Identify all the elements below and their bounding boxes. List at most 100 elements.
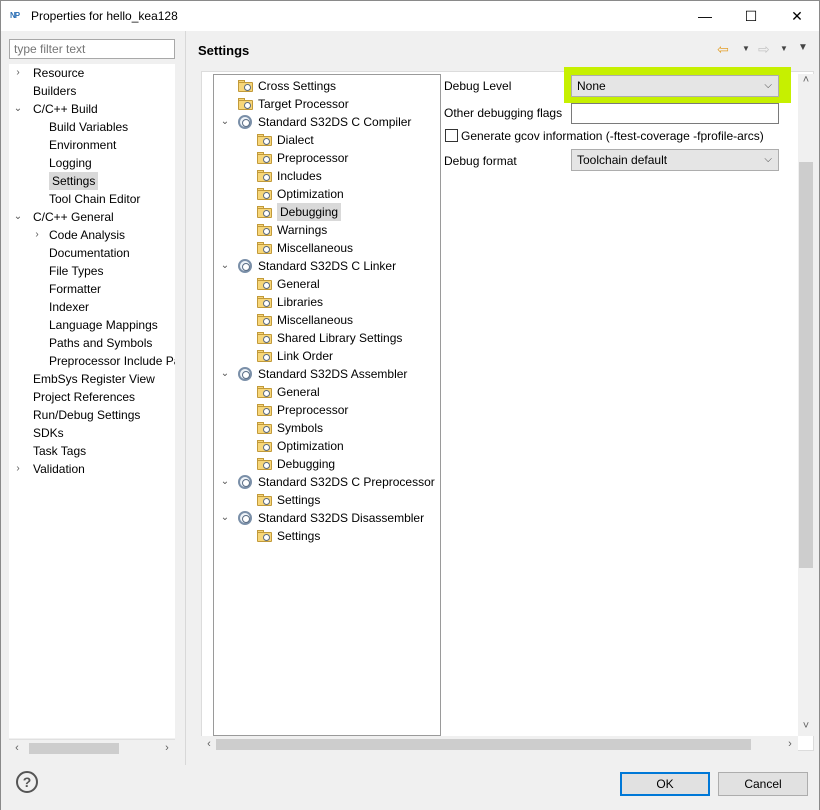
tool-tree-item[interactable]: Target Processor	[258, 95, 349, 113]
tree-item[interactable]: Preprocessor Include Pa	[49, 352, 175, 370]
tree-item[interactable]: Logging	[49, 154, 92, 172]
settings-folder-icon	[257, 529, 273, 543]
settings-folder-icon	[257, 421, 273, 435]
chevron-down-icon[interactable]: ⌄	[220, 257, 230, 275]
tool-tree-item[interactable]: Cross Settings	[258, 77, 336, 95]
tool-tree-item[interactable]: Optimization	[277, 437, 344, 455]
tool-tree-item[interactable]: Miscellaneous	[277, 239, 353, 257]
tool-tree-item[interactable]: Standard S32DS C Compiler	[258, 113, 411, 131]
tool-tree-item[interactable]: Preprocessor	[277, 149, 348, 167]
chevron-down-icon[interactable]: ⌄	[220, 365, 230, 383]
scroll-right-icon[interactable]: ›	[782, 736, 798, 753]
tree-item[interactable]: Code Analysis	[49, 226, 125, 244]
tree-item[interactable]: SDKs	[33, 424, 64, 442]
tool-tree-item[interactable]: Standard S32DS C Preprocessor	[258, 473, 435, 491]
tool-gear-icon	[238, 115, 252, 129]
maximize-button[interactable]: ☐	[728, 1, 774, 31]
scroll-left-icon[interactable]: ‹	[201, 736, 217, 753]
chevron-right-icon[interactable]: ›	[32, 226, 42, 244]
horizontal-scrollbar[interactable]: ‹ ›	[201, 736, 798, 752]
settings-folder-icon	[257, 241, 273, 255]
tool-tree-item[interactable]: Libraries	[277, 293, 323, 311]
scroll-thumb[interactable]	[799, 162, 813, 568]
cancel-button[interactable]: Cancel	[718, 772, 808, 796]
tool-tree-item[interactable]: Standard S32DS Disassembler	[258, 509, 424, 527]
tool-tree-item[interactable]: Settings	[277, 491, 320, 509]
ok-button[interactable]: OK	[620, 772, 710, 796]
tree-item[interactable]: Indexer	[49, 298, 89, 316]
debug-format-select[interactable]: Toolchain default ⌵	[571, 149, 779, 171]
gcov-checkbox[interactable]	[445, 129, 458, 142]
minimize-button[interactable]: —	[682, 1, 728, 31]
chevron-down-icon: ⌵	[764, 80, 772, 91]
filter-input[interactable]	[9, 39, 175, 59]
tool-tree-item[interactable]: Symbols	[277, 419, 323, 437]
chevron-down-icon[interactable]: ⌄	[220, 509, 230, 527]
tool-tree-item[interactable]: Shared Library Settings	[277, 329, 402, 347]
pane-splitter[interactable]	[185, 31, 186, 765]
debug-format-label: Debug format	[444, 154, 517, 168]
tool-tree-item[interactable]: Preprocessor	[277, 401, 348, 419]
chevron-right-icon[interactable]: ›	[13, 460, 23, 478]
tool-tree-item[interactable]: Optimization	[277, 185, 344, 203]
tree-item[interactable]: Documentation	[49, 244, 130, 262]
back-menu-chevron-icon[interactable]: ▼	[742, 44, 750, 53]
tree-item[interactable]: File Types	[49, 262, 103, 280]
tree-item[interactable]: Project References	[33, 388, 135, 406]
tree-item[interactable]: Settings	[49, 172, 99, 190]
back-arrow-icon[interactable]: ⇦	[717, 41, 729, 58]
tool-tree-item[interactable]: Debugging	[277, 455, 335, 473]
debug-level-label: Debug Level	[444, 79, 512, 93]
view-menu-icon[interactable]: ▼	[798, 42, 808, 53]
other-flags-input[interactable]	[571, 103, 779, 124]
tool-tree-item[interactable]: Standard S32DS Assembler	[258, 365, 407, 383]
vertical-scrollbar[interactable]: ˄ ˅	[798, 74, 814, 736]
tool-tree-item[interactable]: Link Order	[277, 347, 333, 365]
chevron-down-icon[interactable]: ⌄	[220, 473, 230, 491]
tool-tree-item[interactable]: Includes	[277, 167, 322, 185]
tree-item[interactable]: Formatter	[49, 280, 101, 298]
gcov-label: Generate gcov information (-ftest-covera…	[461, 129, 764, 143]
tree-item[interactable]: Language Mappings	[49, 316, 158, 334]
chevron-down-icon[interactable]: ⌄	[220, 113, 230, 131]
scroll-up-icon[interactable]: ˄	[798, 72, 814, 89]
settings-folder-icon	[257, 385, 273, 399]
left-horizontal-scrollbar[interactable]: ‹ ›	[9, 739, 175, 756]
tree-item[interactable]: Tool Chain Editor	[49, 190, 140, 208]
settings-folder-icon	[238, 97, 254, 111]
chevron-down-icon[interactable]: ⌄	[13, 100, 23, 118]
tool-tree-item[interactable]: Debugging	[277, 203, 342, 221]
scroll-down-icon[interactable]: ˅	[798, 718, 814, 735]
debug-level-select[interactable]: None ⌵	[571, 75, 779, 97]
scroll-thumb[interactable]	[216, 739, 751, 750]
help-icon[interactable]: ?	[16, 771, 38, 793]
scroll-right-icon[interactable]: ›	[159, 740, 175, 757]
close-button[interactable]: ✕	[774, 1, 820, 31]
tree-item[interactable]: Resource	[33, 64, 84, 82]
scroll-thumb[interactable]	[29, 743, 119, 754]
tree-item[interactable]: Builders	[33, 82, 76, 100]
tree-item[interactable]: Environment	[49, 136, 116, 154]
app-icon: NP	[10, 11, 20, 20]
settings-folder-icon	[257, 439, 273, 453]
settings-folder-icon	[257, 295, 273, 309]
scroll-left-icon[interactable]: ‹	[9, 740, 25, 757]
tool-tree-item[interactable]: Settings	[277, 527, 320, 545]
tree-item[interactable]: C/C++ General	[33, 208, 114, 226]
tree-item[interactable]: Validation	[33, 460, 85, 478]
chevron-right-icon[interactable]: ›	[13, 64, 23, 82]
chevron-down-icon[interactable]: ⌄	[13, 208, 23, 226]
tool-tree-item[interactable]: Warnings	[277, 221, 327, 239]
tree-item[interactable]: Paths and Symbols	[49, 334, 152, 352]
tree-item[interactable]: EmbSys Register View	[33, 370, 155, 388]
settings-folder-icon	[257, 223, 273, 237]
tool-tree-item[interactable]: General	[277, 383, 320, 401]
tool-tree-item[interactable]: Dialect	[277, 131, 314, 149]
tool-tree-item[interactable]: Standard S32DS C Linker	[258, 257, 396, 275]
tree-item[interactable]: Task Tags	[33, 442, 86, 460]
tree-item[interactable]: Run/Debug Settings	[33, 406, 140, 424]
tool-tree-item[interactable]: General	[277, 275, 320, 293]
tree-item[interactable]: Build Variables	[49, 118, 128, 136]
tree-item[interactable]: C/C++ Build	[33, 100, 98, 118]
tool-tree-item[interactable]: Miscellaneous	[277, 311, 353, 329]
